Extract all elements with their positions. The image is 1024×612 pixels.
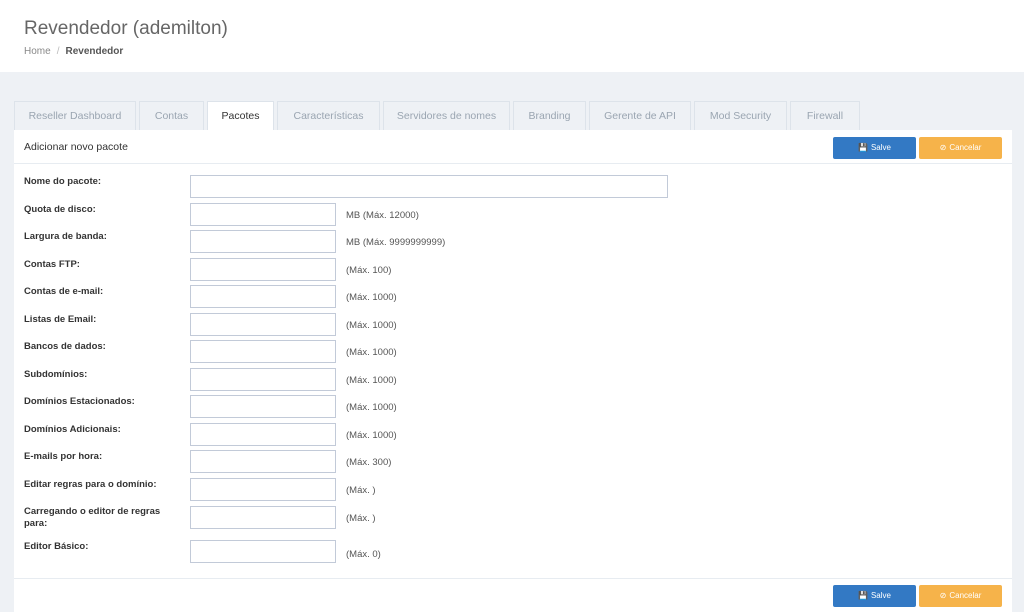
input-listas-de-email[interactable]	[190, 313, 336, 336]
add-package-panel: Adicionar novo pacote 💾 Salve ⊘ Cancelar N…	[14, 130, 1012, 612]
input-editar-regras[interactable]	[190, 478, 336, 501]
label-contas-de-email: Contas de e-mail:	[24, 286, 104, 297]
tab-servidores-de-nomes[interactable]: Servidores de nomes	[383, 101, 510, 130]
hint-largura-de-banda: MB (Máx. 9999999999)	[346, 237, 446, 248]
hint-editar-regras: (Máx. )	[346, 485, 376, 496]
breadcrumb-current: Revendedor	[65, 46, 124, 57]
hint-quota-de-disco: MB (Máx. 12000)	[346, 210, 419, 221]
hint-subdominios: (Máx. 1000)	[346, 375, 397, 386]
panel-header: Adicionar novo pacote 💾 Salve ⊘ Cancelar	[14, 130, 1012, 164]
cancel-button-label: Cancelar	[949, 143, 982, 152]
hint-listas-de-email: (Máx. 1000)	[346, 320, 397, 331]
tab-contas[interactable]: Contas	[139, 101, 204, 130]
tab-caracteristicas[interactable]: Características	[277, 101, 380, 130]
label-bancos-de-dados: Bancos de dados:	[24, 341, 106, 352]
input-editor-basico[interactable]	[190, 540, 336, 563]
save-button-label: Salve	[870, 591, 891, 600]
label-emails-por-hora: E-mails por hora:	[24, 451, 103, 462]
panel-title: Adicionar novo pacote	[24, 141, 128, 153]
floppy-disk-icon: 💾	[858, 143, 868, 152]
page-header: Revendedor (ademilton) Home / Revendedor	[0, 0, 1024, 72]
hint-dominios-estacionados: (Máx. 1000)	[346, 402, 397, 413]
tab-gerente-de-api[interactable]: Gerente de API	[589, 101, 691, 130]
breadcrumb-separator: /	[56, 46, 60, 57]
hint-bancos-de-dados: (Máx. 1000)	[346, 347, 397, 358]
panel-footer-divider	[14, 578, 1012, 579]
hint-contas-de-email: (Máx. 1000)	[346, 292, 397, 303]
hint-emails-por-hora: (Máx. 300)	[346, 457, 392, 468]
label-nome-do-pacote: Nome do pacote:	[24, 176, 102, 187]
label-editar-regras: Editar regras para o domínio:	[24, 479, 157, 490]
tab-mod-security[interactable]: Mod Security	[694, 101, 787, 130]
input-contas-ftp[interactable]	[190, 258, 336, 281]
input-subdominios[interactable]	[190, 368, 336, 391]
label-subdominios: Subdomínios:	[24, 369, 88, 380]
input-contas-de-email[interactable]	[190, 285, 336, 308]
save-button-bottom[interactable]: 💾 Salve	[833, 585, 916, 607]
ban-icon: ⊘	[939, 591, 947, 600]
tab-branding[interactable]: Branding	[513, 101, 586, 130]
save-button-top[interactable]: 💾 Salve	[833, 137, 916, 159]
label-dominios-adicionais: Domínios Adicionais:	[24, 424, 121, 435]
hint-carregando-editor: (Máx. )	[346, 513, 376, 524]
input-emails-por-hora[interactable]	[190, 450, 336, 473]
breadcrumb-home[interactable]: Home	[24, 46, 51, 57]
input-bancos-de-dados[interactable]	[190, 340, 336, 363]
hint-contas-ftp: (Máx. 100)	[346, 265, 392, 276]
cancel-button-label: Cancelar	[949, 591, 982, 600]
tab-firewall[interactable]: Firewall	[790, 101, 860, 130]
label-quota-de-disco: Quota de disco:	[24, 204, 96, 215]
label-largura-de-banda: Largura de banda:	[24, 231, 107, 242]
cancel-button-top[interactable]: ⊘ Cancelar	[919, 137, 1002, 159]
input-dominios-estacionados[interactable]	[190, 395, 336, 418]
ban-icon: ⊘	[939, 143, 947, 152]
breadcrumb: Home / Revendedor	[24, 46, 123, 57]
label-editor-basico: Editor Básico:	[24, 541, 89, 552]
save-button-label: Salve	[870, 143, 891, 152]
hint-dominios-adicionais: (Máx. 1000)	[346, 430, 397, 441]
cancel-button-bottom[interactable]: ⊘ Cancelar	[919, 585, 1002, 607]
input-largura-de-banda[interactable]	[190, 230, 336, 253]
label-listas-de-email: Listas de Email:	[24, 314, 97, 325]
tab-pacotes[interactable]: Pacotes	[207, 101, 274, 131]
label-carregando-editor: Carregando o editor de regras para:	[24, 506, 161, 529]
input-quota-de-disco[interactable]	[190, 203, 336, 226]
input-nome-do-pacote[interactable]	[190, 175, 668, 198]
label-contas-ftp: Contas FTP:	[24, 259, 80, 270]
input-dominios-adicionais[interactable]	[190, 423, 336, 446]
tab-reseller-dashboard[interactable]: Reseller Dashboard	[14, 101, 136, 130]
hint-editor-basico: (Máx. 0)	[346, 549, 381, 560]
input-carregando-editor[interactable]	[190, 506, 336, 529]
page-title: Revendedor (ademilton)	[24, 18, 228, 39]
label-dominios-estacionados: Domínios Estacionados:	[24, 396, 135, 407]
floppy-disk-icon: 💾	[858, 591, 868, 600]
